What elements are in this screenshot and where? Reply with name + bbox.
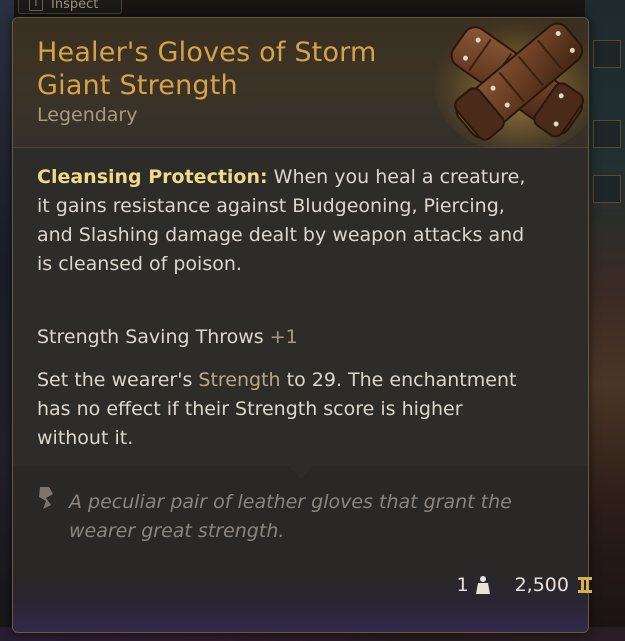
inventory-slot[interactable] <box>593 175 621 203</box>
item-value: 2,500 <box>514 574 569 596</box>
item-rarity: Legendary <box>37 104 138 126</box>
inventory-slot[interactable] <box>593 120 621 148</box>
passive-description: Cleansing Protection: When you heal a cr… <box>37 163 537 279</box>
gold-coin-icon <box>578 577 592 593</box>
passive-title: Cleansing Protection: <box>37 166 268 188</box>
weight-icon <box>475 576 490 594</box>
inspect-label: Inspect <box>51 0 99 12</box>
bonus-label: Strength Saving Throws <box>37 326 264 348</box>
item-name: Healer's Gloves of Storm Giant Strength <box>37 37 377 101</box>
inspect-keybind: I <box>29 0 43 11</box>
background-right-panel <box>585 0 625 641</box>
enchantment-description: Set the wearer's Strength to 29. The enc… <box>37 366 537 453</box>
gloves-icon <box>434 18 588 154</box>
bonus-line: Strength Saving Throws +1 <box>37 323 537 352</box>
enchantment-prefix: Set the wearer's <box>37 369 193 391</box>
enchantment-stat: Strength <box>198 369 281 391</box>
inspect-tab[interactable]: I Inspect <box>18 0 122 14</box>
bonus-value: +1 <box>269 326 298 348</box>
inventory-slot[interactable] <box>593 40 621 68</box>
item-tooltip: Healer's Gloves of Storm Giant Strength … <box>12 17 589 633</box>
flavor-text: A peculiar pair of leather gloves that g… <box>69 491 512 542</box>
quill-icon <box>39 487 53 509</box>
item-stats: 1 2,500 <box>457 574 594 596</box>
item-weight: 1 <box>456 574 469 596</box>
